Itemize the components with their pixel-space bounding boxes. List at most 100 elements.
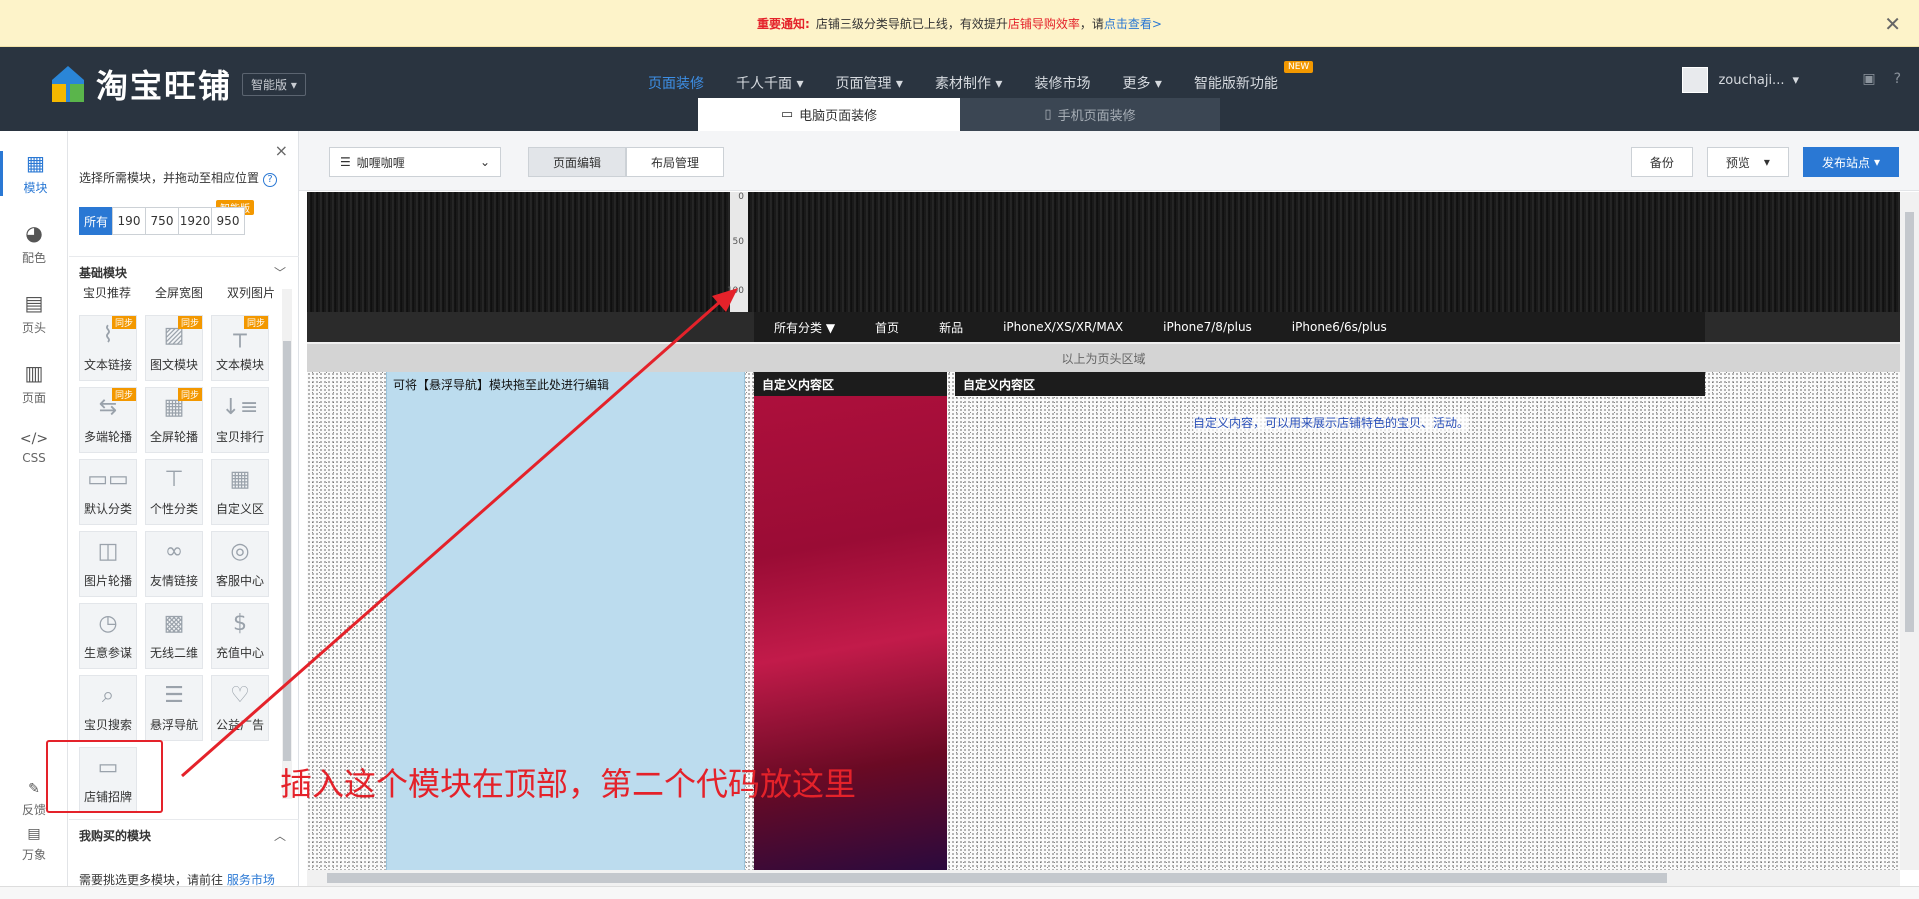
top-header: 淘宝旺铺 智能版 ▾ 页面装修 千人千面 ▾ 页面管理 ▾ 素材制作 ▾ 装修市… bbox=[0, 47, 1919, 131]
template-select[interactable]: ☰ 咖喱咖喱 ⌄ bbox=[329, 147, 501, 177]
shop-nav-iphonex[interactable]: iPhoneX/XS/XR/MAX bbox=[1003, 320, 1123, 334]
module-label[interactable]: 全屏宽图 bbox=[155, 284, 203, 306]
notice-emphasis: 店铺导购效率 bbox=[1007, 16, 1080, 31]
toolbar-actions: 备份 预览 ▾ 发布站点 ▾ bbox=[1630, 147, 1899, 177]
tab-mobile-decoration[interactable]: ▯ 手机页面装修 bbox=[960, 98, 1220, 131]
rail-item-wanxiang[interactable]: ▤ 万象 bbox=[0, 826, 68, 863]
custom-content-area-right[interactable]: 自定义内容区 自定义内容，可以用来展示店铺特色的宝贝、活动。 bbox=[955, 372, 1900, 870]
custom-area-title: 自定义内容区 bbox=[754, 372, 947, 396]
shop-nav-iphone7[interactable]: iPhone7/8/plus bbox=[1163, 320, 1252, 334]
rail-label: CSS bbox=[22, 451, 46, 465]
tab-pc-label: 电脑页面装修 bbox=[799, 109, 878, 124]
rail-item-modules[interactable]: ▦ 模块 bbox=[0, 151, 68, 196]
rail-item-page[interactable]: ▥ 页面 bbox=[0, 361, 68, 406]
tab-pc-decoration[interactable]: ▭ 电脑页面装修 bbox=[698, 98, 960, 131]
backup-button[interactable]: 备份 bbox=[1630, 147, 1693, 177]
module-tile[interactable]: ▨ 图文模块 同步 bbox=[145, 315, 203, 381]
scrollbar-thumb[interactable] bbox=[1905, 212, 1914, 632]
close-icon[interactable]: × bbox=[275, 141, 288, 160]
logo[interactable]: 淘宝旺铺 智能版 ▾ bbox=[48, 61, 306, 107]
size-filter-1920[interactable]: 1920 bbox=[178, 207, 212, 235]
tab-mobile-label: 手机页面装修 bbox=[1057, 109, 1136, 124]
size-filter-all[interactable]: 所有 bbox=[79, 207, 113, 235]
module-row-partial: 宝贝推荐 全屏宽图 双列图片 bbox=[79, 284, 279, 306]
new-badge: NEW bbox=[1284, 61, 1314, 73]
size-filter-950[interactable]: 950 bbox=[211, 207, 245, 235]
module-icon: ◫ bbox=[97, 539, 119, 564]
module-tile[interactable]: ↓≡ 宝贝排行 bbox=[211, 387, 269, 453]
module-tile[interactable]: ∞ 友情链接 bbox=[145, 531, 203, 597]
user-menu[interactable]: zouchaji... ▾ bbox=[1682, 67, 1799, 93]
module-tile[interactable]: ▩ 无线二维 bbox=[145, 603, 203, 669]
rail-label: 万象 bbox=[21, 848, 46, 862]
edition-dropdown[interactable]: 智能版 ▾ bbox=[242, 72, 306, 96]
size-filter-750[interactable]: 750 bbox=[145, 207, 179, 235]
module-tile[interactable]: ☰ 悬浮导航 bbox=[145, 675, 203, 741]
notice-link[interactable]: 点击查看> bbox=[1104, 15, 1162, 32]
module-tile[interactable]: ◫ 图片轮播 bbox=[79, 531, 137, 597]
rail-label: 反馈 bbox=[21, 803, 46, 817]
tab-page-edit[interactable]: 页面编辑 bbox=[528, 147, 626, 177]
nav-page-management[interactable]: 页面管理 ▾ bbox=[835, 73, 902, 93]
module-tile[interactable]: ▦ 自定义区 bbox=[211, 459, 269, 525]
annotation-text: 插入这个模块在顶部，第二个代码放这里 bbox=[280, 765, 857, 803]
module-icon: ⊤ bbox=[164, 467, 184, 492]
module-icon: ◷ bbox=[98, 611, 118, 636]
nav-more[interactable]: 更多 ▾ bbox=[1122, 73, 1161, 93]
scrollbar-thumb[interactable] bbox=[327, 873, 1667, 883]
help-icon[interactable]: ? bbox=[1894, 71, 1901, 87]
palette-icon: ◕ bbox=[25, 221, 43, 245]
help-icon[interactable]: ? bbox=[263, 173, 278, 187]
nav-personalization[interactable]: 千人千面 ▾ bbox=[736, 73, 803, 93]
module-tile[interactable]: ⌇ 文本链接 同步 bbox=[79, 315, 137, 381]
size-filter-190[interactable]: 190 bbox=[112, 207, 146, 235]
header-banner[interactable] bbox=[307, 192, 1900, 312]
shop-nav-new[interactable]: 新品 bbox=[939, 319, 963, 336]
rail-item-css[interactable]: </> CSS bbox=[0, 431, 68, 465]
module-tile[interactable]: ┬ 文本模块 同步 bbox=[211, 315, 269, 381]
rail-item-colors[interactable]: ◕ 配色 bbox=[0, 221, 68, 266]
nav-new-features[interactable]: 智能版新功能 bbox=[1194, 73, 1278, 93]
module-tile[interactable]: ⌕ 宝贝搜索 bbox=[79, 675, 137, 741]
module-label[interactable]: 宝贝推荐 bbox=[83, 284, 131, 306]
status-bar bbox=[0, 886, 1919, 899]
module-label: 文本链接 bbox=[83, 358, 132, 372]
publish-button[interactable]: 发布站点 ▾ bbox=[1802, 147, 1899, 177]
module-tile[interactable]: ▭▭ 默认分类 bbox=[79, 459, 137, 525]
module-label: 文本模块 bbox=[215, 358, 264, 372]
panel-scrollbar[interactable] bbox=[282, 289, 292, 799]
nav-material[interactable]: 素材制作 ▾ bbox=[935, 73, 1002, 93]
module-label[interactable]: 双列图片 bbox=[227, 284, 275, 306]
notice-prefix: 重要通知: bbox=[757, 16, 810, 31]
rail-item-header[interactable]: ▤ 页头 bbox=[0, 291, 68, 336]
module-label: 全屏轮播 bbox=[149, 430, 198, 444]
scrollbar-thumb[interactable] bbox=[283, 341, 291, 761]
rail-label: 页面 bbox=[21, 391, 46, 405]
module-grid: 宝贝推荐 全屏宽图 双列图片 bbox=[79, 284, 279, 306]
tab-layout-management[interactable]: 布局管理 bbox=[626, 147, 724, 177]
module-label: 自定义区 bbox=[215, 502, 264, 516]
module-tile[interactable]: ⇆ 多端轮播 同步 bbox=[79, 387, 137, 453]
module-tile[interactable]: ♡ 公益广告 bbox=[211, 675, 269, 741]
module-tile[interactable]: ⊤ 个性分类 bbox=[145, 459, 203, 525]
module-tile[interactable]: ▦ 全屏轮播 同步 bbox=[145, 387, 203, 453]
module-tile[interactable]: ◎ 客服中心 bbox=[211, 531, 269, 597]
module-tile[interactable]: ◷ 生意参谋 bbox=[79, 603, 137, 669]
preview-button[interactable]: 预览 ▾ bbox=[1706, 147, 1789, 177]
chevron-up-icon[interactable]: ﹀ bbox=[274, 264, 286, 281]
close-icon[interactable]: ✕ bbox=[1884, 12, 1901, 36]
vertical-scrollbar[interactable] bbox=[1900, 192, 1919, 870]
module-label: 默认分类 bbox=[83, 502, 132, 516]
module-tile[interactable]: $ 充值中心 bbox=[211, 603, 269, 669]
nav-market[interactable]: 装修市场 bbox=[1034, 73, 1090, 93]
shop-nav-iphone6[interactable]: iPhone6/6s/plus bbox=[1292, 320, 1387, 334]
shop-nav-all-categories[interactable]: 所有分类 ▼ bbox=[774, 319, 835, 336]
shop-nav-home[interactable]: 首页 bbox=[875, 319, 899, 336]
nav-page-decoration[interactable]: 页面装修 bbox=[648, 73, 704, 93]
message-icon[interactable]: ▣ bbox=[1862, 71, 1875, 87]
chevron-up-icon[interactable]: ︿ bbox=[274, 827, 286, 844]
horizontal-scrollbar[interactable] bbox=[307, 870, 1900, 886]
code-icon: </> bbox=[19, 431, 49, 447]
service-market-link[interactable]: 服务市场 bbox=[227, 873, 275, 887]
page-layout-icon: ▥ bbox=[24, 361, 44, 385]
